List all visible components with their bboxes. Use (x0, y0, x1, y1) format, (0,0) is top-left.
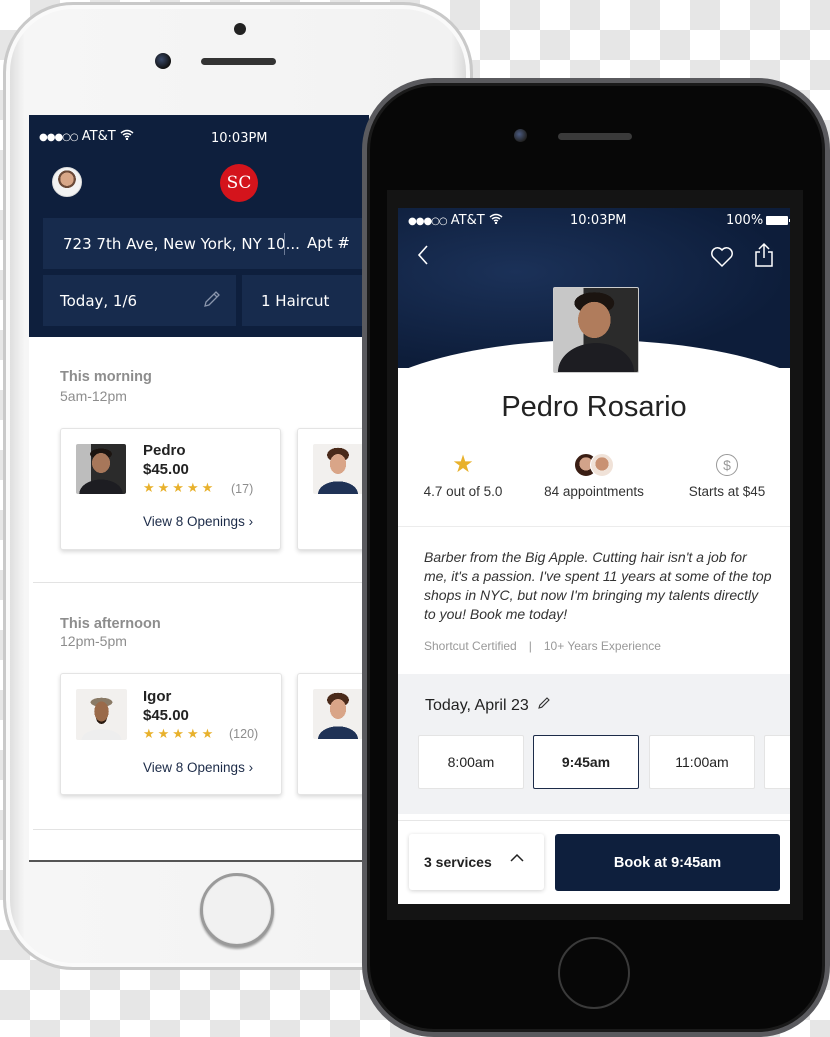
service-value: 1 Haircut (261, 291, 330, 310)
status-bar-left: ●●●○○ AT&T (39, 129, 134, 144)
barber-card-pedro[interactable]: Pedro $45.00 ★★★★★ (17) View 8 Openings … (60, 428, 281, 550)
carrier-label: AT&T (81, 129, 116, 144)
credential-tags: Shortcut Certified | 10+ Years Experience (424, 639, 661, 653)
address-value: 723 7th Ave, New York, NY 10... (63, 234, 300, 253)
right-phone-screen: ●●●○○ AT&T 10:03PM 100% Pedro Rosario ★ … (398, 208, 790, 904)
section-title-morning: This morning (60, 369, 152, 385)
barber-card-partial[interactable] (297, 673, 369, 795)
front-camera-icon (155, 53, 171, 69)
barber-photo (313, 444, 363, 494)
status-time: 10:03PM (570, 213, 627, 228)
book-appointment-button[interactable]: Book at 9:45am (555, 834, 780, 891)
barber-name: Pedro (143, 442, 186, 459)
view-openings-link[interactable]: View 8 Openings › (143, 514, 253, 529)
time-slot[interactable]: 8:00am (418, 735, 524, 789)
date-value: Today, 1/6 (60, 291, 138, 310)
status-bar-left: ●●●○○ AT&T (408, 213, 503, 228)
wifi-icon (120, 129, 134, 144)
client-avatars-icon (529, 452, 659, 478)
barber-photo (76, 689, 127, 740)
starting-price-label: Starts at $45 (688, 484, 766, 499)
service-field[interactable]: 1 Haircut (242, 275, 369, 326)
favorite-heart-icon[interactable] (710, 246, 734, 272)
chevron-up-icon (509, 850, 525, 866)
signal-icon: ●●●○○ (39, 132, 79, 143)
home-button[interactable] (200, 873, 274, 947)
barber-card-partial[interactable] (297, 428, 369, 550)
stat-rating: ★ 4.7 out of 5.0 (398, 451, 528, 500)
shortcut-logo: SC (220, 164, 258, 202)
barber-bio: Barber from the Big Apple. Cutting hair … (424, 549, 772, 622)
barber-card-igor[interactable]: Igor $45.00 ★★★★★ (120) View 8 Openings … (60, 673, 282, 795)
earpiece-speaker (558, 133, 632, 140)
section-divider (33, 829, 369, 830)
carrier-label: AT&T (450, 213, 485, 228)
schedule-date: Today, April 23 (425, 696, 529, 714)
apt-field[interactable]: Apt # (307, 234, 350, 252)
proximity-sensor (234, 23, 246, 35)
battery-icon (766, 216, 790, 225)
section-hours-morning: 5am-12pm (60, 388, 127, 404)
field-divider (284, 233, 285, 255)
section-title-afternoon: This afternoon (60, 616, 161, 632)
divider (398, 526, 790, 527)
back-button[interactable] (416, 244, 430, 272)
earpiece-speaker (201, 58, 276, 65)
barber-price: $45.00 (143, 707, 189, 724)
barber-full-name: Pedro Rosario (501, 391, 687, 423)
barber-price: $45.00 (143, 461, 189, 478)
address-field[interactable]: 723 7th Ave, New York, NY 10... Apt # (43, 218, 369, 269)
time-slot[interactable]: 11:00am (649, 735, 755, 789)
share-icon[interactable] (753, 242, 775, 272)
star-rating-icon: ★★★★★ (143, 481, 217, 496)
home-button[interactable] (558, 937, 630, 1009)
section-divider (33, 582, 369, 583)
tag-experience: 10+ Years Experience (543, 639, 661, 653)
status-time: 10:03PM (211, 131, 268, 146)
barber-profile-photo (553, 287, 639, 373)
time-slot-partial[interactable] (764, 735, 790, 789)
user-avatar[interactable] (52, 167, 82, 197)
time-slot-selected[interactable]: 9:45am (533, 735, 639, 789)
status-bar-right: 100% (726, 213, 790, 228)
star-rating-icon: ★★★★★ (143, 727, 217, 742)
tag-certified: Shortcut Certified (424, 639, 517, 653)
rating-count: (120) (229, 727, 259, 741)
stat-appointments: 84 appointments (529, 452, 659, 499)
section-hours-afternoon: 12pm-5pm (60, 633, 127, 649)
signal-icon: ●●●○○ (408, 216, 448, 227)
front-camera-icon (514, 129, 527, 142)
pencil-edit-icon[interactable] (202, 289, 222, 314)
wifi-icon (489, 213, 503, 228)
barber-photo (313, 689, 363, 739)
appointments-label: 84 appointments (544, 484, 644, 499)
battery-percent: 100% (726, 213, 764, 228)
rating-label: 4.7 out of 5.0 (423, 484, 503, 499)
date-field[interactable]: Today, 1/6 (43, 275, 236, 326)
star-icon: ★ (452, 451, 474, 478)
barber-photo (76, 444, 126, 494)
pencil-edit-icon[interactable] (537, 696, 551, 715)
schedule-date-picker[interactable]: Today, April 23 (425, 696, 551, 715)
stat-price: $ Starts at $45 (662, 452, 790, 499)
rating-count: (17) (231, 482, 254, 496)
dollar-icon: $ (716, 454, 738, 476)
services-toggle-button[interactable]: 3 services (409, 834, 544, 890)
barber-name: Igor (143, 688, 172, 705)
tag-separator: | (528, 639, 532, 653)
left-phone-screen: ●●●○○ AT&T 10:03PM SC 723 7th Ave, New Y… (29, 115, 369, 862)
services-label: 3 services (424, 854, 492, 870)
view-openings-link[interactable]: View 8 Openings › (143, 760, 253, 775)
